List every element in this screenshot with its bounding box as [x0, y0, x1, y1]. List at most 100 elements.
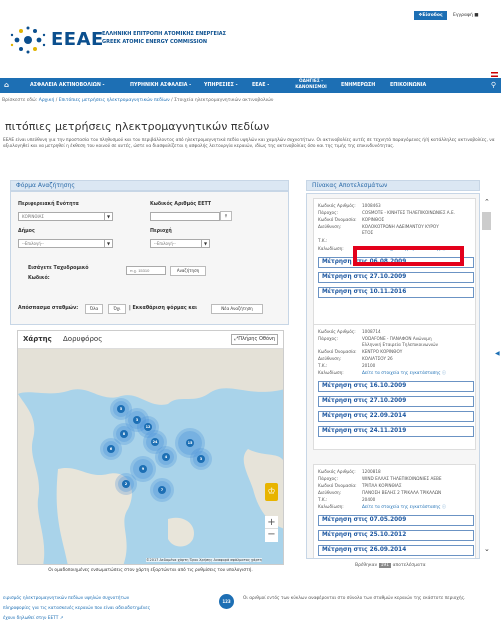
provider-value: COSMOTE - ΚΙΝΗΤΕΣ ΤΗΛΕΠΙΚΟΙΝΩΝΙΕΣ Α.Ε. — [362, 210, 455, 215]
map-cluster-count: 12 — [144, 423, 152, 431]
measurement-prefix: Μέτρηση στις — [322, 383, 368, 389]
measurement-date: 26.09.2014 — [369, 547, 407, 553]
map-attribution: ©2017 Δεδομένα χάρτη Όροι Χρήσης Αναφορά… — [146, 558, 262, 562]
map-cluster-count: 7 — [158, 486, 166, 494]
measurement-link[interactable]: Μέτρηση στις 27.10.2009 — [318, 396, 474, 407]
register-link[interactable]: Εγγραφή ■ — [453, 11, 499, 20]
measurement-date: 27.10.2009 — [369, 398, 407, 404]
map-tab-satellite[interactable]: Δορυφόρος — [63, 335, 102, 343]
code-key: Κωδικός Αριθμός: — [318, 469, 356, 474]
nav-contact[interactable]: ΕΠΙΚΟΙΝΩΝΙΑ — [390, 78, 426, 93]
zoom-in-button[interactable]: + — [265, 516, 278, 529]
code-value: 1008714 — [362, 329, 381, 334]
installation-details-link[interactable]: Δείτε τα στοιχεία της εγκατάστασης ⓘ — [362, 370, 446, 376]
footer-link-1[interactable]: ειρισμός ηλεκτρομαγνητικών πεδίων υψηλών… — [3, 594, 203, 604]
footer-link-3[interactable]: έχουν δηλωθεί στην ΕΕΤΤ ↗ — [3, 614, 203, 624]
language-flag-icon[interactable] — [491, 72, 498, 77]
nav-eeae[interactable]: ΕΕΑΕ - — [252, 78, 269, 93]
user-plus-icon: ■ — [474, 13, 479, 18]
street-view-pegman-icon[interactable]: ♔ — [265, 483, 278, 501]
postal-search-button[interactable]: Αναζήτηση — [170, 266, 206, 276]
info-icon: ⓘ — [441, 370, 447, 375]
caret-left-icon[interactable]: ◀ — [495, 350, 500, 357]
map-cluster-count: 24 — [151, 438, 159, 446]
breadcrumb-separator: / — [171, 98, 173, 103]
breadcrumb-prefix: Βρίσκεστε εδώ: — [2, 98, 38, 103]
distance-all-button[interactable]: Όλα — [85, 304, 103, 314]
map[interactable]: Χάρτης Δορυφόρος ⤢Πλήρης Οθόνη 5 3 12 8 24 6 4… — [17, 330, 284, 565]
scroll-up-icon[interactable]: ⌃ — [484, 198, 490, 206]
breadcrumb-parent[interactable]: Επιτόπιες μετρήσεις ηλεκτρομαγνητικών πε… — [59, 98, 170, 103]
new-search-button[interactable]: Νέα Αναζήτηση — [211, 304, 263, 314]
nav-news[interactable]: ΕΝΗΜΕΡΩΣΗ — [341, 78, 375, 93]
area-select[interactable]: --Επιλογή-- ▼ — [150, 239, 210, 248]
map-tab-map[interactable]: Χάρτης — [23, 335, 52, 343]
installation-details-label: Δείτε τα στοιχεία της εγκατάστασης — [362, 504, 441, 509]
map-cluster-marker[interactable]: 7 — [153, 481, 171, 499]
provider-key: Πάροχος: — [318, 210, 338, 215]
municipality-select[interactable]: --Επιλογή-- ▼ — [18, 239, 113, 248]
map-cluster-marker[interactable]: 5 — [113, 401, 129, 417]
logo-text[interactable]: ΕΕΑΕ — [51, 29, 104, 50]
map-caption: Οι ομαδοποιημένες ενσωματώσεις στον χάρτ… — [48, 568, 253, 573]
measurement-prefix: Μέτρηση στις — [322, 274, 368, 280]
map-cluster-marker[interactable]: 9 — [133, 459, 153, 479]
nav-guides[interactable]: ΟΔΗΓΙΕΣ - ΚΑΝΟΝΙΣΜΟΙ — [288, 79, 334, 92]
code-value: 1008463 — [362, 203, 381, 208]
measurement-link[interactable]: Μέτρηση στις 25.10.2012 — [318, 530, 474, 541]
map-cluster-marker[interactable]: 4 — [158, 449, 174, 465]
measurement-link[interactable]: Μέτρηση στις 10.11.2016 — [318, 287, 474, 298]
measurement-link[interactable]: Μέτρηση στις 16.10.2009 — [318, 381, 474, 392]
measurement-link[interactable]: Μέτρηση στις 26.09.2014 — [318, 545, 474, 556]
owner-key: Κωδικό Όνομασία: — [318, 349, 357, 354]
distance-none-button[interactable]: Όχι — [108, 304, 126, 314]
results-count: Βρέθηκαν 191 αποτελέσματα — [355, 563, 426, 568]
intro-text: ΕΕΑΕ είναι υπεύθυνη για την προστασία το… — [3, 138, 495, 149]
zoom-out-button[interactable]: − — [265, 529, 278, 542]
map-cluster-count: 5 — [117, 405, 125, 413]
home-icon[interactable]: ⌂ — [4, 78, 9, 93]
code-input[interactable] — [150, 212, 220, 221]
nav-nuclear-safety[interactable]: ΠΥΡΗΝΙΚΗ ΑΣΦΑΛΕΙΑ - — [130, 78, 191, 93]
login-button[interactable]: ❖Είσοδος — [414, 11, 447, 20]
map-cluster-count: 4 — [162, 453, 170, 461]
measurement-prefix: Μέτρηση στις — [322, 289, 368, 295]
measurement-link[interactable]: Μέτρηση στις 22.09.2014 — [318, 411, 474, 422]
tk-key: Τ.Κ.: — [318, 363, 328, 368]
search-icon[interactable]: ⚲ — [491, 78, 496, 93]
measurement-prefix: Μέτρηση στις — [322, 532, 368, 538]
chevron-down-icon: ▼ — [201, 240, 209, 247]
tk-key: Τ.Κ.: — [318, 238, 328, 243]
nav-services[interactable]: ΥΠΗΡΕΣΙΕΣ - — [204, 78, 238, 93]
breadcrumb-home[interactable]: Αρχική — [39, 98, 55, 103]
map-cluster-marker[interactable]: 3 — [193, 451, 209, 467]
measurement-link[interactable]: Μέτρηση στις 27.10.2009 — [318, 272, 474, 283]
measurement-link[interactable]: Μέτρηση στις 24.11.2019 — [318, 426, 474, 437]
measurement-prefix: Μέτρηση στις — [322, 428, 368, 434]
breadcrumb: Βρίσκεστε εδώ: Αρχική / Επιτόπιες μετρήσ… — [2, 98, 273, 103]
top-strip: ❖Είσοδος Εγγραφή ■ — [0, 0, 501, 20]
map-cluster-marker[interactable]: 24 — [146, 433, 164, 451]
scroll-down-icon[interactable]: ⌄ — [484, 545, 490, 553]
address-key: Διεύθυνση: — [318, 224, 342, 229]
info-icon: ⓘ — [441, 504, 447, 509]
measurement-link[interactable]: Μέτρηση στις 07.05.2009 — [318, 515, 474, 526]
region-select[interactable]: ΚΟΡΙΝΘΙΑΣ ▼ — [18, 212, 113, 221]
nav-radiation-safety[interactable]: ΑΣΦΑΛΕΙΑ ΑΚΤΙΝΟΒΟΛΙΩΝ - — [30, 78, 105, 93]
logo-icon — [10, 26, 46, 54]
map-cluster-marker[interactable]: 6 — [103, 441, 119, 457]
map-cluster-marker[interactable]: 2 — [118, 476, 134, 492]
footer-link-2[interactable]: πληροφορίες για τις κατασκευές κεραιών π… — [3, 604, 203, 614]
clear-form-text: Εκκαθάριση φόρμας και — [132, 306, 197, 311]
installation-details-link[interactable]: Δείτε τα στοιχεία της εγκατάστασης ⓘ — [362, 504, 446, 510]
cluster-legend-icon: 123 — [219, 594, 234, 609]
fullscreen-button[interactable]: ⤢Πλήρης Οθόνη — [231, 334, 278, 345]
scrollbar-thumb[interactable] — [482, 212, 491, 230]
postal-input[interactable] — [126, 266, 166, 275]
map-cluster-marker[interactable]: 8 — [116, 426, 132, 442]
code-search-button[interactable]: ⚲ — [220, 211, 232, 221]
postal-label: Εισάγετε Ταχυδρομικό — [28, 266, 89, 271]
register-label: Εγγραφή — [453, 13, 473, 18]
installation-details-label: Δείτε τα στοιχεία της εγκατάστασης — [362, 370, 441, 375]
breadcrumb-current: Στοιχεία ηλεκτρομαγνητικών ακτινοβολιών — [174, 98, 274, 103]
